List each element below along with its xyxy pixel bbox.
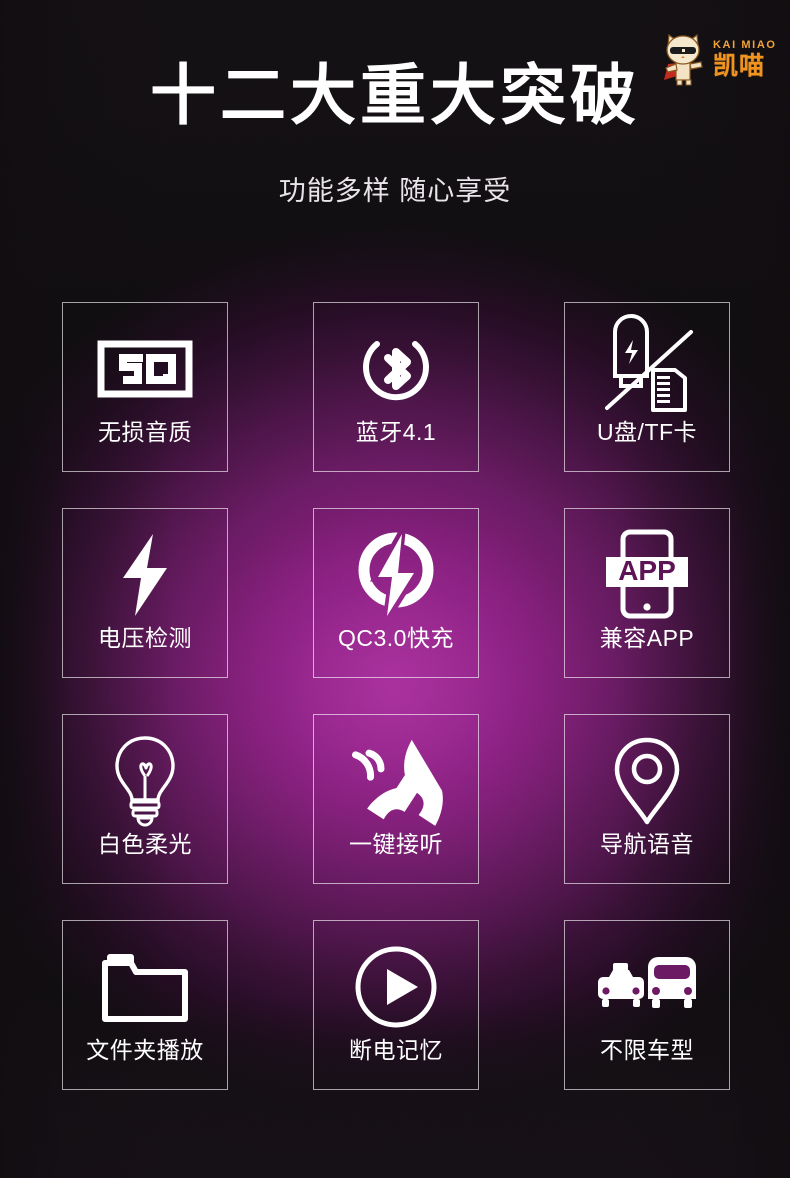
feature-label: 断电记忆: [349, 1037, 443, 1063]
feature-cell-one-touch-answer: 一键接听: [313, 714, 479, 884]
promo-poster: KAI MIAO 凯喵 十二大重大突破 功能多样 随心享受 无损音质 蓝牙4.1…: [0, 0, 790, 1178]
feature-cell-usb-tf-card: U盘/TF卡: [564, 302, 730, 472]
app-badge-text: APP: [618, 555, 676, 586]
feature-cell-navigation-voice: 导航语音: [564, 714, 730, 884]
feature-label: 无损音质: [98, 419, 192, 445]
feature-cell-voltage-detection: 电压检测: [62, 508, 228, 678]
feature-label: 不限车型: [600, 1037, 694, 1063]
page-title: 十二大重大突破: [150, 58, 640, 132]
feature-grid: 无损音质 蓝牙4.1 U盘/TF卡 电压检测 QC3.0快充 APP 兼容APP…: [62, 302, 730, 1090]
logo-latin-text: KAI MIAO: [713, 38, 777, 51]
feature-label: 兼容APP: [599, 625, 695, 651]
feature-cell-any-vehicle-type: 不限车型: [564, 920, 730, 1090]
feature-label: QC3.0快充: [338, 625, 454, 651]
feature-label: U盘/TF卡: [596, 419, 698, 445]
app-phone-icon: APP: [565, 527, 729, 623]
folder-icon: [63, 939, 227, 1035]
play-circle-icon: [314, 939, 478, 1035]
feature-label: 白色柔光: [98, 831, 192, 857]
car-bus-icon: [565, 939, 729, 1035]
feature-cell-power-off-memory: 断电记忆: [313, 920, 479, 1090]
usb-drive-tf-card-icon: [565, 314, 729, 417]
sq-lossless-badge-icon: [63, 321, 227, 417]
light-bulb-icon: [63, 733, 227, 829]
feature-cell-quick-charge: QC3.0快充: [313, 508, 479, 678]
bluetooth-icon: [314, 321, 478, 417]
map-pin-icon: [565, 733, 729, 829]
feature-cell-folder-playback: 文件夹播放: [62, 920, 228, 1090]
feature-label: 一键接听: [349, 831, 443, 857]
lightning-bolt-icon: [63, 527, 227, 623]
page-subtitle: 功能多样 随心享受: [278, 176, 512, 206]
phone-call-icon: [314, 733, 478, 829]
feature-cell-bluetooth: 蓝牙4.1: [313, 302, 479, 472]
feature-label: 文件夹播放: [86, 1037, 204, 1063]
quick-charge-icon: [314, 527, 478, 623]
feature-label: 电压检测: [98, 625, 192, 651]
feature-cell-lossless-audio: 无损音质: [62, 302, 228, 472]
feature-label: 蓝牙4.1: [355, 419, 437, 445]
feature-label: 导航语音: [600, 831, 694, 857]
feature-cell-white-soft-light: 白色柔光: [62, 714, 228, 884]
feature-cell-app-compatible: APP 兼容APP: [564, 508, 730, 678]
